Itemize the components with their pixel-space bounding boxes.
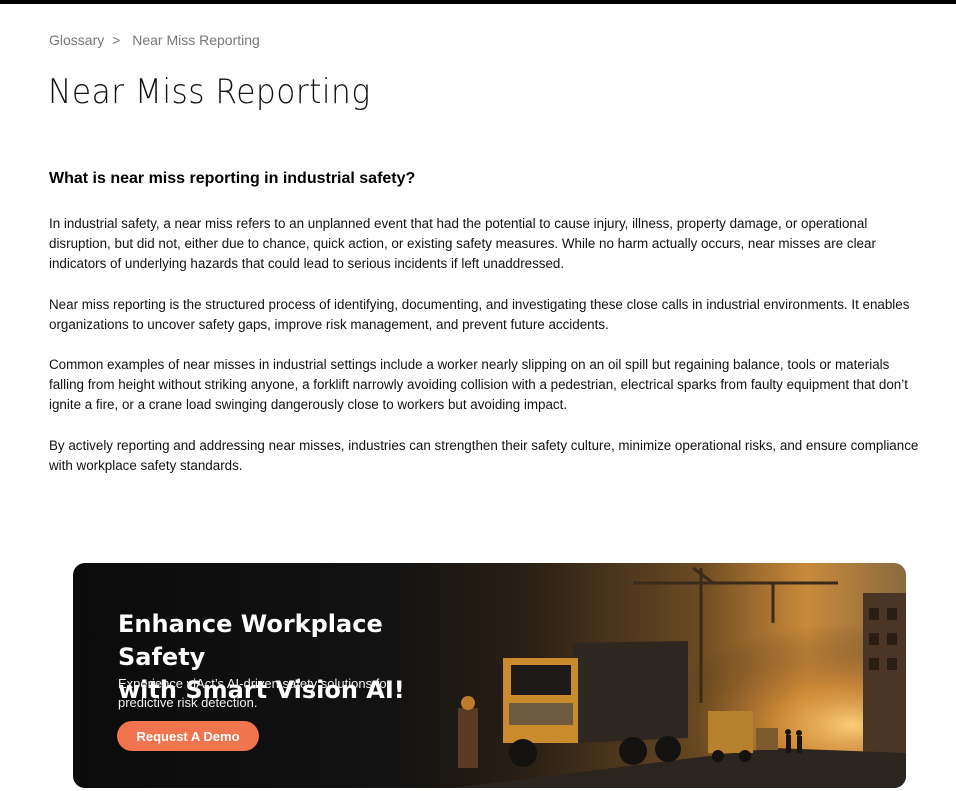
page-title: Near Miss Reporting [48,72,371,112]
paragraph-process: Near miss reporting is the structured pr… [49,297,910,332]
breadcrumb-current: Near Miss Reporting [132,32,260,48]
breadcrumb-link-glossary[interactable]: Glossary [49,32,104,48]
paragraph-definition: In industrial safety, a near miss refers… [49,216,876,271]
paragraph-benefits: By actively reporting and addressing nea… [49,438,919,473]
banner-title-line1: Enhance Workplace Safety [118,610,383,671]
breadcrumb: Glossary > Near Miss Reporting [49,32,260,48]
promo-banner: Enhance Workplace Safety with Smart Visi… [73,563,906,788]
request-demo-button[interactable]: Request A Demo [117,721,259,751]
section-heading: What is near miss reporting in industria… [49,170,416,187]
breadcrumb-separator: > [112,32,121,48]
banner-subtitle: Experience viAct’s AI-driven safety solu… [118,676,391,710]
paragraph-examples: Common examples of near misses in indust… [49,357,908,412]
top-border [0,0,956,4]
